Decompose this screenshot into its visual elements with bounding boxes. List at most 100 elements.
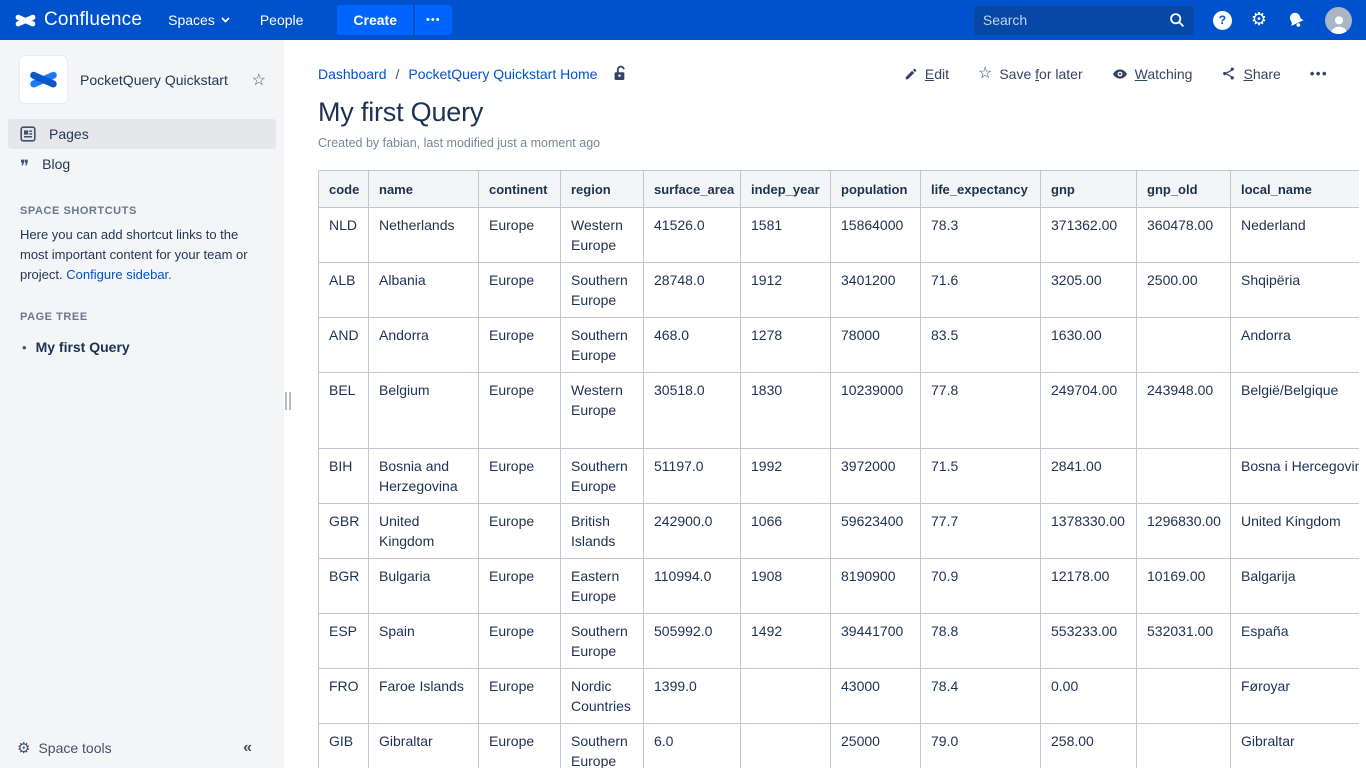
query-result-table: codenamecontinentregionsurface_areaindep… (318, 170, 1359, 768)
person-icon (1328, 14, 1350, 34)
blog-quote-icon: ❞ (20, 162, 29, 172)
table-cell: Netherlands (369, 208, 479, 263)
column-header-life_expectancy: life_expectancy (921, 171, 1041, 208)
create-split-button: Create ••• (337, 5, 451, 35)
table-cell: GBR (319, 504, 369, 559)
table-cell: 0.00 (1041, 669, 1137, 724)
search-box[interactable] (974, 6, 1194, 35)
edit-button[interactable]: Edit (904, 66, 949, 82)
confluence-logo-icon (14, 9, 37, 32)
search-input[interactable] (983, 12, 1169, 28)
table-cell: Faroe Islands (369, 669, 479, 724)
table-cell: FRO (319, 669, 369, 724)
more-actions-button[interactable]: ••• (1310, 66, 1328, 81)
space-logo[interactable] (20, 56, 67, 103)
table-cell: British Islands (561, 504, 644, 559)
table-row: NLDNetherlandsEuropeWestern Europe41526.… (319, 208, 1360, 263)
table-cell: 1830 (741, 373, 831, 449)
configure-sidebar-link[interactable]: Configure sidebar. (66, 267, 172, 282)
table-cell: 258.00 (1041, 724, 1137, 768)
table-cell: Europe (479, 263, 561, 318)
table-cell: Eastern Europe (561, 559, 644, 614)
table-cell: Andorra (369, 318, 479, 373)
unrestricted-unlock-icon[interactable] (611, 65, 628, 82)
favorite-star-icon[interactable]: ☆ (252, 70, 266, 90)
content-header: Dashboard / PocketQuery Quickstart Home (318, 65, 1366, 82)
sidebar-item-blog[interactable]: ❞ Blog (8, 149, 276, 179)
table-cell: 532031.00 (1137, 614, 1231, 669)
table-cell: 243948.00 (1137, 373, 1231, 449)
table-cell: AND (319, 318, 369, 373)
table-row: GIBGibraltarEuropeSouthern Europe6.02500… (319, 724, 1360, 768)
collapse-sidebar-button[interactable]: « (243, 739, 252, 757)
table-cell: Europe (479, 449, 561, 504)
table-cell: Spain (369, 614, 479, 669)
sidebar-item-label: Pages (49, 126, 89, 142)
sidebar-resize-handle[interactable] (285, 392, 293, 412)
create-button[interactable]: Create (337, 5, 413, 35)
table-cell (1137, 318, 1231, 373)
table-cell: Shqipëria (1231, 263, 1360, 318)
table-cell: BEL (319, 373, 369, 449)
column-header-indep_year: indep_year (741, 171, 831, 208)
table-cell: Føroyar (1231, 669, 1360, 724)
table-cell: Gibraltar (369, 724, 479, 768)
table-cell: 39441700 (831, 614, 921, 669)
table-cell: 6.0 (644, 724, 741, 768)
breadcrumb-space-home[interactable]: PocketQuery Quickstart Home (408, 66, 597, 82)
user-avatar[interactable] (1325, 7, 1352, 34)
table-cell: Europe (479, 208, 561, 263)
table-cell: 110994.0 (644, 559, 741, 614)
table-cell (741, 724, 831, 768)
table-cell: Bulgaria (369, 559, 479, 614)
breadcrumb-dashboard[interactable]: Dashboard (318, 66, 387, 82)
save-for-later-button[interactable]: ☆ Save for later (978, 66, 1083, 82)
table-cell: Belgium (369, 373, 479, 449)
table-cell: 15864000 (831, 208, 921, 263)
share-button[interactable]: Share (1221, 66, 1280, 82)
nav-people[interactable]: People (260, 12, 304, 28)
table-header-row: codenamecontinentregionsurface_areaindep… (319, 171, 1360, 208)
space-logo-icon (28, 64, 59, 95)
table-cell: 41526.0 (644, 208, 741, 263)
table-cell: 1992 (741, 449, 831, 504)
table-cell: 10239000 (831, 373, 921, 449)
table-cell: Western Europe (561, 373, 644, 449)
page-tree-heading: PAGE TREE (20, 311, 264, 323)
table-cell: 71.6 (921, 263, 1041, 318)
table-cell: Nordic Countries (561, 669, 644, 724)
table-cell: Southern Europe (561, 318, 644, 373)
space-name[interactable]: PocketQuery Quickstart (80, 72, 239, 88)
table-cell: 78.8 (921, 614, 1041, 669)
space-tools-label: Space tools (38, 740, 111, 756)
watch-button[interactable]: Watching (1112, 66, 1193, 82)
table-cell: 1378330.00 (1041, 504, 1137, 559)
settings-gear-icon[interactable]: ⚙ (1251, 11, 1267, 29)
table-cell: Southern Europe (561, 263, 644, 318)
table-cell: United Kingdom (1231, 504, 1360, 559)
table-cell (1137, 669, 1231, 724)
search-icon[interactable] (1169, 12, 1185, 28)
sidebar-footer: ⚙ Space tools « (0, 728, 284, 768)
notifications-bell-icon[interactable] (1286, 10, 1306, 30)
page-actions: Edit ☆ Save for later (904, 66, 1328, 82)
page-tree-link-current[interactable]: My first Query (36, 339, 130, 355)
table-cell: United Kingdom (369, 504, 479, 559)
space-tools-button[interactable]: ⚙ Space tools (17, 739, 112, 757)
confluence-home-link[interactable]: Confluence (14, 9, 142, 32)
table-cell: 1908 (741, 559, 831, 614)
navbar-left: Confluence Spaces People Create ••• (14, 0, 452, 40)
table-cell: Europe (479, 504, 561, 559)
table-row: ALBAlbaniaEuropeSouthern Europe28748.019… (319, 263, 1360, 318)
table-cell: 249704.00 (1041, 373, 1137, 449)
table-cell: 43000 (831, 669, 921, 724)
table-cell: 78.4 (921, 669, 1041, 724)
table-cell: 51197.0 (644, 449, 741, 504)
table-cell: 1630.00 (1041, 318, 1137, 373)
sidebar-item-pages[interactable]: Pages (8, 119, 276, 149)
nav-spaces[interactable]: Spaces (168, 12, 230, 28)
table-cell: 8190900 (831, 559, 921, 614)
create-more-button[interactable]: ••• (415, 5, 452, 35)
help-icon[interactable]: ? (1213, 11, 1232, 30)
table-cell: Bosna i Hercegovina (1231, 449, 1360, 504)
